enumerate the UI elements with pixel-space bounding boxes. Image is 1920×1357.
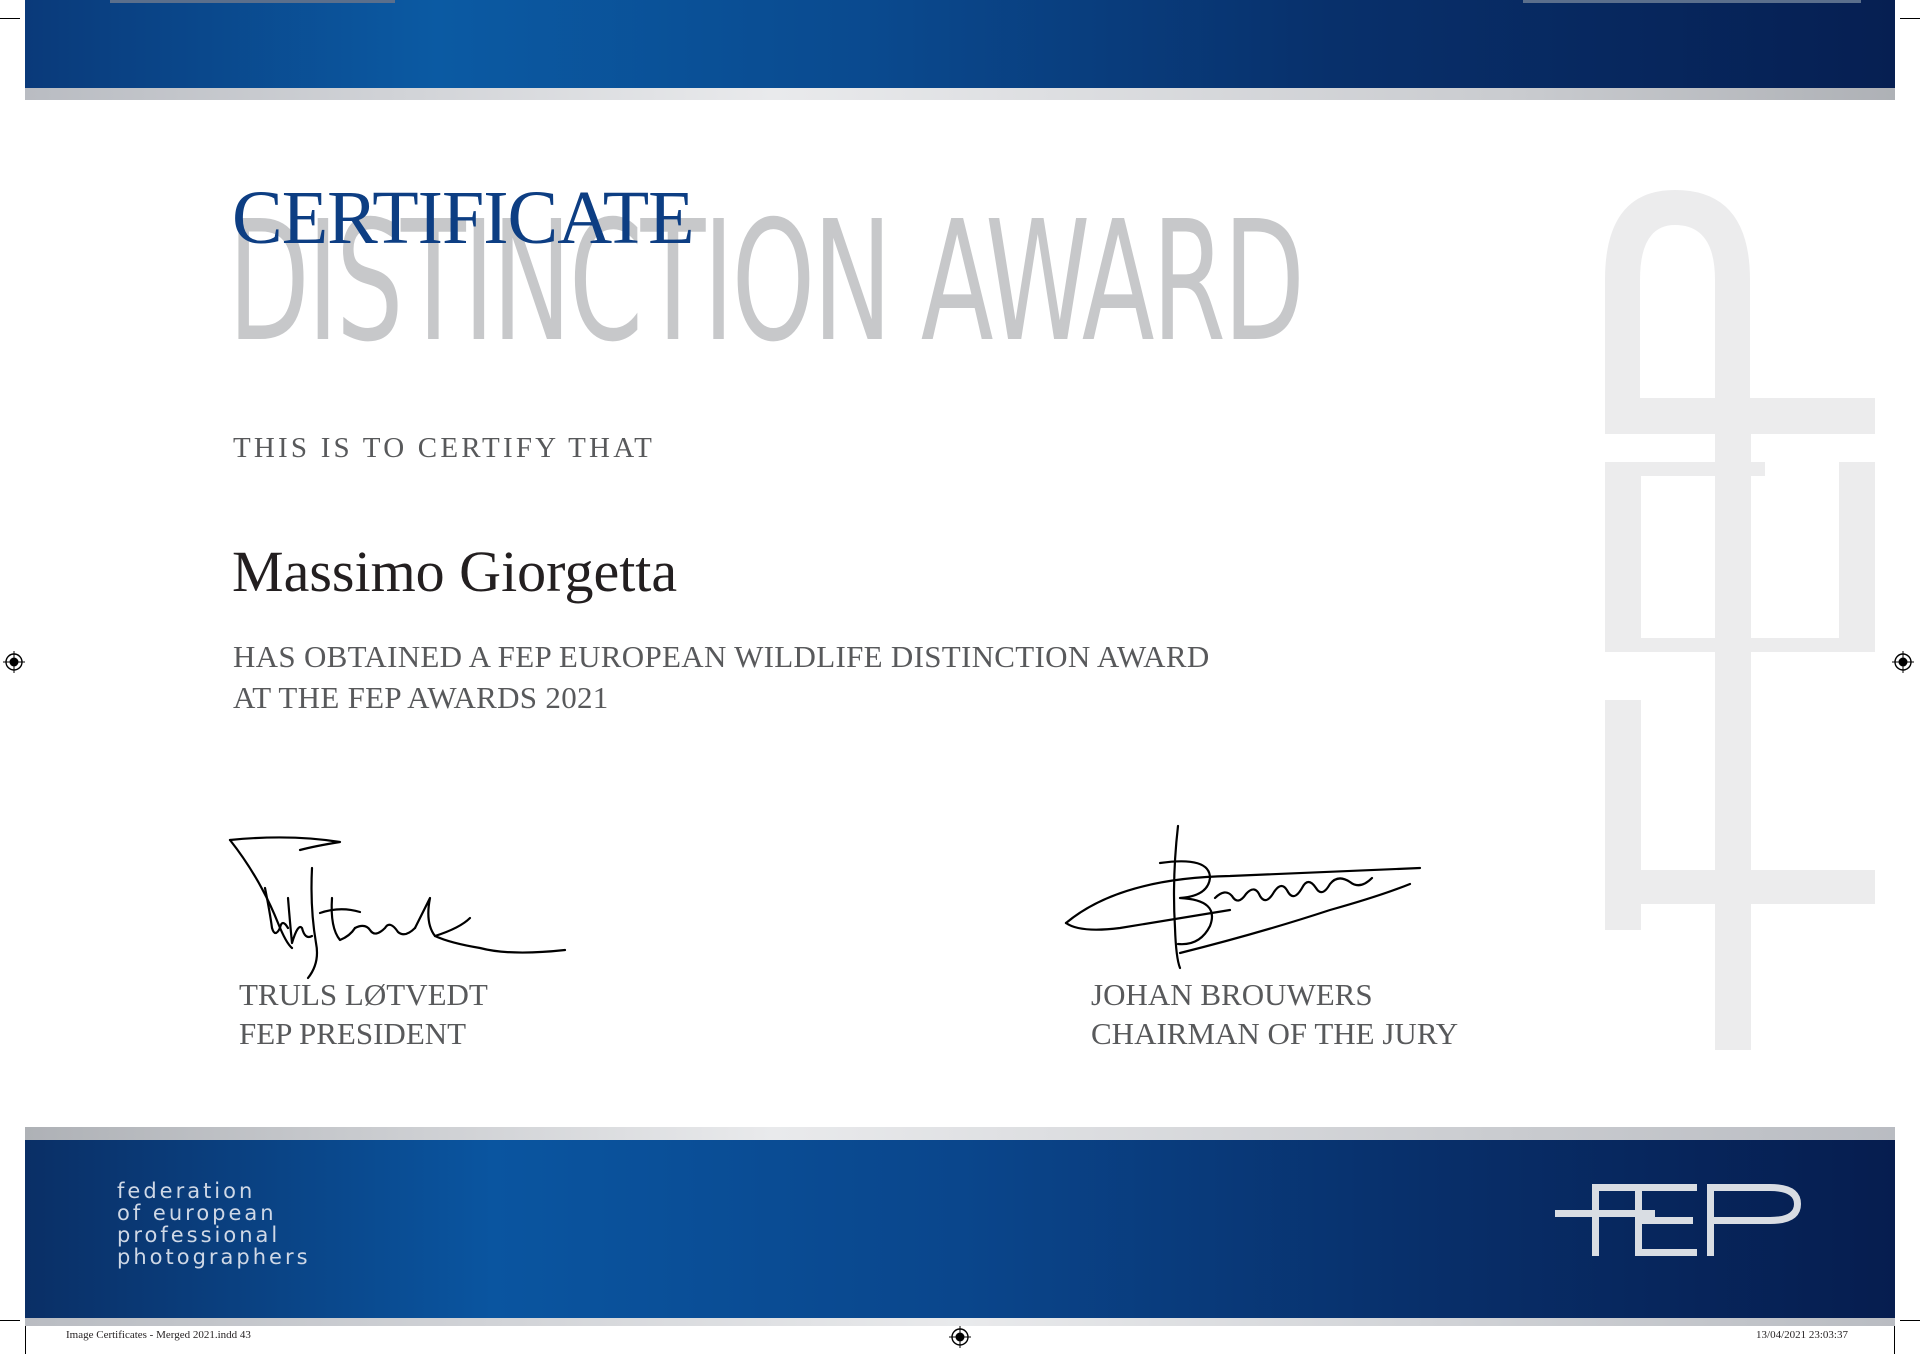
print-slug-timestamp: 13/04/2021 23:03:37 bbox=[1756, 1329, 1848, 1341]
award-line-1: HAS OBTAINED A FEP EUROPEAN WILDLIFE DIS… bbox=[233, 639, 1210, 674]
registration-mark-icon bbox=[3, 651, 25, 673]
crop-mark-icon bbox=[1894, 1326, 1895, 1354]
recipient-name: Massimo Giorgetta bbox=[232, 539, 678, 604]
certificate-title: CERTIFICATE bbox=[232, 176, 695, 260]
registration-mark-icon bbox=[1892, 651, 1914, 673]
signatory-1-name: TRULS LØTVEDT bbox=[239, 977, 488, 1012]
crop-mark-icon bbox=[1900, 1320, 1920, 1321]
top-mark-left bbox=[110, 0, 395, 3]
bottom-band-edge bbox=[25, 1318, 1895, 1326]
crop-mark-icon bbox=[0, 1320, 20, 1321]
registration-mark-icon bbox=[949, 1326, 971, 1348]
award-line-2: AT THE FEP AWARDS 2021 bbox=[233, 680, 609, 715]
top-band bbox=[25, 0, 1895, 88]
signature-brouwers bbox=[1064, 824, 1422, 970]
organization-name: federation of european professional phot… bbox=[117, 1179, 311, 1269]
fep-watermark-icon bbox=[1605, 190, 1875, 1050]
fep-logo-icon bbox=[1555, 1184, 1801, 1256]
top-band-strip bbox=[25, 88, 1895, 100]
crop-mark-icon bbox=[0, 18, 20, 19]
signatory-2-name: JOHAN BROUWERS bbox=[1091, 977, 1373, 1012]
crop-mark-icon bbox=[25, 1326, 26, 1354]
bottom-band-strip bbox=[25, 1127, 1895, 1140]
print-slug-file: Image Certificates - Merged 2021.indd 43 bbox=[66, 1329, 251, 1341]
signatory-2-role: CHAIRMAN OF THE JURY bbox=[1091, 1016, 1459, 1051]
certify-line: THIS IS TO CERTIFY THAT bbox=[233, 432, 656, 464]
signatory-1-role: FEP PRESIDENT bbox=[239, 1016, 467, 1051]
top-mark-right bbox=[1523, 0, 1861, 3]
crop-mark-icon bbox=[1900, 18, 1920, 19]
